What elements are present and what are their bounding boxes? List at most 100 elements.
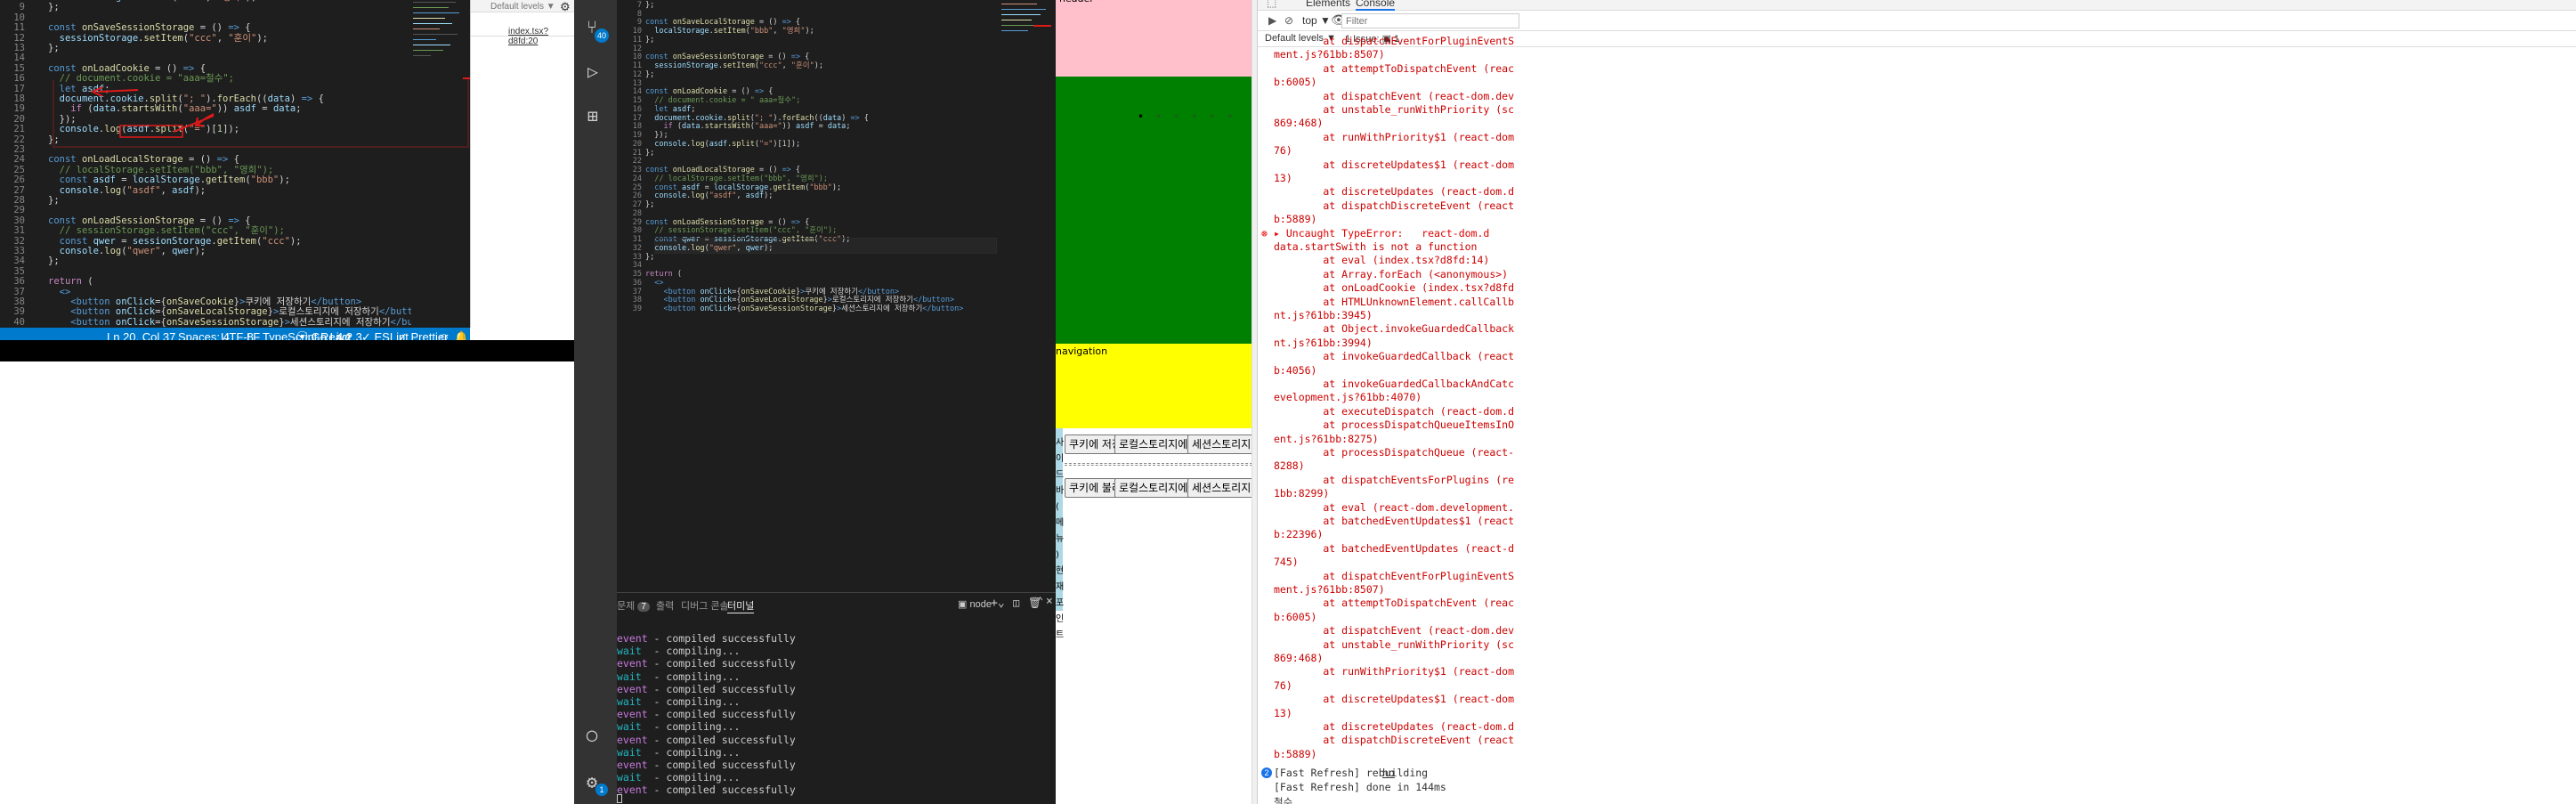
console-line: 1bb:8299) bbox=[1274, 487, 1330, 500]
right-minimap[interactable] bbox=[1000, 0, 1053, 53]
console-line: b:6005) bbox=[1274, 76, 1317, 89]
terminal-line: event - compiled successfully bbox=[617, 632, 796, 645]
carousel-dot[interactable]: • bbox=[1155, 110, 1162, 123]
carousel-dot[interactable]: • bbox=[1209, 110, 1215, 123]
console-line: at discreteUpdates (react-dom.d bbox=[1274, 185, 1515, 199]
code-line[interactable]: if (data.startsWith("aaa=")) asdf = data… bbox=[645, 122, 850, 132]
tab-console[interactable]: Console bbox=[1356, 0, 1396, 11]
carousel-dot[interactable]: • bbox=[1138, 110, 1144, 123]
levels-dropdown[interactable]: Default levels ▼ bbox=[490, 2, 555, 12]
console-line: at attemptToDispatchEvent (reac bbox=[1274, 61, 1515, 75]
clear-console-icon[interactable]: ⊘ bbox=[1284, 14, 1293, 27]
source-link[interactable]: index.tsx?d8fd:20 bbox=[508, 27, 574, 46]
tab-terminal[interactable]: 터미널 bbox=[727, 598, 755, 613]
terminal-shell-label[interactable]: ▣ node bbox=[958, 598, 992, 610]
fast-refresh-rebuilding: [Fast Refresh] rebuilding bbox=[1274, 767, 1429, 780]
close-panel-icon[interactable]: × bbox=[1046, 595, 1053, 608]
carousel-dots[interactable]: • • • • • • bbox=[1138, 110, 1244, 123]
save-session-storage-button[interactable]: 세션스토리지에 저장하기 bbox=[1187, 434, 1257, 454]
code-line[interactable]: console.log(asdf.split("=")[1]); bbox=[645, 140, 800, 150]
tab-output[interactable]: 출력 bbox=[656, 598, 674, 613]
console-line: b:5889) bbox=[1274, 747, 1317, 760]
banner-section: • • • • • • bbox=[1056, 77, 1257, 344]
console-line: at runWithPriority$1 (react-dom bbox=[1274, 130, 1515, 143]
console-line: at invokeGuardedCallback (react bbox=[1274, 350, 1515, 363]
code-line[interactable]: console.log("asdf", asdf); bbox=[645, 191, 773, 201]
console-line: evelopment.js?61bb:4070) bbox=[1274, 391, 1422, 404]
console-line: at dispatchEvent (react-dom.dev bbox=[1274, 89, 1515, 102]
load-session-storage-button[interactable]: 세션스토리지에 불러오기 bbox=[1187, 478, 1257, 498]
browser-preview: header • • • • • • navigation 사 이 드 바 ( … bbox=[1056, 0, 1257, 804]
terminal-line: event - compiled successfully bbox=[617, 657, 796, 670]
console-line: at onLoadCookie (index.tsx?d8fd bbox=[1274, 281, 1515, 295]
code-line[interactable]: }; bbox=[645, 70, 654, 80]
console-line: at dispatchEventsForPlugins (re bbox=[1274, 473, 1515, 486]
terminal-cursor bbox=[617, 794, 622, 803]
context-selector[interactable]: top ▼ bbox=[1302, 14, 1331, 27]
carousel-dot[interactable]: • bbox=[1173, 110, 1179, 123]
console-line: at Array.forEach (<anonymous>) bbox=[1274, 267, 1509, 280]
activity-bar: ⑂ 40 ▷ ⊞ ◯ ⚙ 1 bbox=[574, 0, 617, 804]
code-line[interactable]: localStorage.setItem("bbb", "영희"); bbox=[645, 27, 814, 37]
devtools-tab-bar: ⬚ Elements Console bbox=[1258, 0, 2576, 11]
repeat-count-badge: 2 bbox=[1261, 767, 1272, 779]
right-code-area[interactable]: document.cookie = " aaa=철수";7};89const o… bbox=[617, 0, 1000, 592]
new-terminal-button[interactable]: +⌄ bbox=[991, 597, 1005, 610]
fast-refresh-done: [Fast Refresh] done in 144ms bbox=[1274, 781, 1446, 794]
terminal-panel: 문제 7 출력 디버그 콘솔 터미널 ▣ node +⌄ ◫ 🗑 ⌃ × eve… bbox=[617, 593, 1056, 804]
right-editor-window: ⑂ 40 ▷ ⊞ ◯ ⚙ 1 document.cookie = " aaa=철… bbox=[574, 0, 1056, 804]
code-line[interactable]: }; bbox=[645, 200, 654, 210]
code-line[interactable]: <button onClick={onSaveSessionStorage}>세… bbox=[645, 305, 963, 314]
code-line[interactable]: }; bbox=[645, 149, 654, 158]
console-line: at runWithPriority$1 (react-dom bbox=[1274, 665, 1515, 678]
sidebar-toggle-icon[interactable]: ▶ bbox=[1268, 14, 1276, 27]
fast-refresh-source-link[interactable]: ho bbox=[1382, 767, 1400, 779]
console-filter-input[interactable] bbox=[1341, 13, 1519, 28]
tab-debug-console[interactable]: 디버그 콘솔 bbox=[681, 598, 729, 613]
console-line: at dispatchEventForPluginEventS bbox=[1274, 569, 1515, 582]
left-window-bottom bbox=[0, 340, 574, 361]
console-line: nt.js?61bb:3945) bbox=[1274, 309, 1373, 321]
maximize-panel-icon[interactable]: ⌃ bbox=[1037, 595, 1043, 607]
code-line[interactable]: }; bbox=[645, 36, 654, 45]
run-debug-icon[interactable]: ▷ bbox=[587, 61, 598, 82]
terminal-line: wait - compiling... bbox=[617, 645, 741, 658]
console-line: ment.js?61bb:8507) bbox=[1274, 48, 1385, 61]
tab-problems[interactable]: 문제 7 bbox=[617, 598, 650, 613]
navigation-label: navigation bbox=[1056, 345, 1108, 357]
console-line: at batchedEventUpdates$1 (react bbox=[1274, 515, 1515, 527]
terminal-output[interactable]: event - compiled successfully wait - comp… bbox=[617, 632, 1056, 804]
console-messages[interactable]: at dispatchEventForPluginEventS ment.js?6… bbox=[1258, 35, 2576, 804]
console-line: nt.js?61bb:3994) bbox=[1274, 336, 1373, 349]
code-line[interactable]: sessionStorage.setItem("ccc", "훈이"); bbox=[645, 61, 823, 71]
inspect-icon[interactable]: ⬚ bbox=[1267, 0, 1276, 9]
settings-gear-icon[interactable]: ⚙ bbox=[560, 0, 571, 14]
terminal-line: wait - compiling... bbox=[617, 720, 741, 734]
left-devtools-pane: Default levels ▼ ⚙ index.tsx?d8fd:20 bbox=[470, 0, 574, 328]
console-line: b:6005) bbox=[1274, 610, 1317, 623]
console-line: b:4056) bbox=[1274, 363, 1317, 377]
console-line: at unstable_runWithPriority (sc bbox=[1274, 638, 1515, 651]
terminal-line: event - compiled successfully bbox=[617, 733, 796, 746]
extensions-icon[interactable]: ⊞ bbox=[587, 105, 598, 126]
terminal-shell-name: node bbox=[969, 599, 992, 610]
terminal-line: wait - compiling... bbox=[617, 670, 741, 683]
console-line: at processDispatchQueue (react- bbox=[1274, 446, 1515, 459]
code-line[interactable]: }; bbox=[645, 1, 654, 11]
tab-elements[interactable]: Elements bbox=[1306, 0, 1350, 9]
console-line: 76) bbox=[1274, 678, 1292, 692]
console-line: b:5889) bbox=[1274, 213, 1317, 226]
code-line[interactable]: }; bbox=[645, 253, 654, 263]
terminal-line: wait - compiling... bbox=[617, 695, 741, 708]
split-terminal-icon[interactable]: ◫ bbox=[1013, 597, 1019, 609]
console-line: at eval (react-dom.development. bbox=[1274, 500, 1515, 514]
console-line: b:22396) bbox=[1274, 528, 1324, 541]
account-icon[interactable]: ◯ bbox=[587, 724, 597, 745]
console-output-value: 철수 bbox=[1274, 796, 1293, 804]
carousel-dot[interactable]: • bbox=[1227, 110, 1233, 123]
console-line: at HTMLUnknownElement.callCallb bbox=[1274, 295, 1515, 308]
console-line: at attemptToDispatchEvent (reac bbox=[1274, 597, 1515, 610]
terminal-line: event - compiled successfully bbox=[617, 682, 796, 695]
code-line[interactable]: document.cookie = " aaa=철수"; bbox=[645, 0, 787, 2]
carousel-dot[interactable]: • bbox=[1191, 110, 1197, 123]
